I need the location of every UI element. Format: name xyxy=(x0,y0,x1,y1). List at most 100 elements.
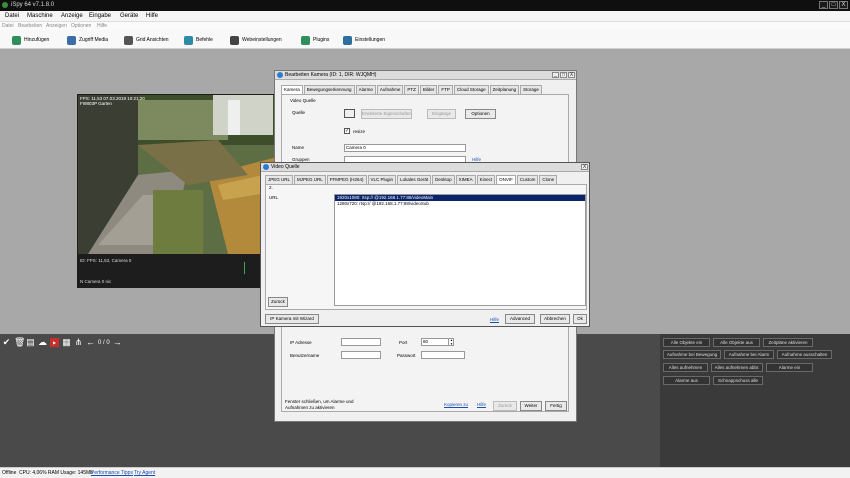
menu-eingabe[interactable]: Eingabe xyxy=(89,13,111,19)
app-menu-anzeigen[interactable]: Anzeigen xyxy=(46,23,67,29)
video-source-tab[interactable]: Desktop xyxy=(432,175,455,184)
app-menu-hilfe[interactable]: Hilfe xyxy=(97,23,107,29)
document-icon[interactable]: ▤ xyxy=(26,338,35,347)
app-icon xyxy=(2,2,8,8)
edit-camera-tab[interactable]: Bewegungserkennung xyxy=(303,85,355,94)
name-label: Name xyxy=(292,145,305,150)
edit-camera-tab[interactable]: FTP xyxy=(438,85,453,94)
edit-camera-tab[interactable]: Alarme xyxy=(355,85,376,94)
help-link-bottom[interactable]: Hilfe xyxy=(477,402,486,407)
youtube-icon[interactable]: ▶ xyxy=(50,338,59,347)
video-source-tab[interactable]: JPEG URL xyxy=(265,175,294,184)
edit-camera-tab[interactable]: Bilder xyxy=(419,85,438,94)
quick-action-button[interactable]: Alle Objekte ein xyxy=(663,338,710,347)
video-source-tab[interactable]: FFMPEG (H264) xyxy=(326,175,367,184)
camera-tile[interactable]: FPS: 11,53 07.03.2019 10:21:20 FI9803P G… xyxy=(77,94,286,288)
quick-action-button[interactable]: Aufnahme bei Bewegung xyxy=(663,350,721,359)
back-button[interactable]: Zurück xyxy=(493,401,517,411)
toolbar-grid-button[interactable]: Grid Ansichten xyxy=(124,34,169,46)
edit-camera-tab[interactable]: PTZ xyxy=(404,85,419,94)
password-input[interactable] xyxy=(421,351,465,359)
arrow-left-icon[interactable]: ← xyxy=(86,338,95,347)
video-source-tab[interactable]: Lokales Gerät xyxy=(397,175,432,184)
cloud-upload-icon[interactable]: ☁ xyxy=(38,338,47,347)
cancel-button[interactable]: Abbrechen xyxy=(540,314,570,324)
close-button[interactable]: X xyxy=(839,1,848,9)
copy-to-link[interactable]: Kopieren zu xyxy=(444,402,468,407)
toolbar-settings-button[interactable]: Einstellungen xyxy=(343,34,385,46)
video-source-tab[interactable]: MJPEG URL xyxy=(294,175,326,184)
check-circle-icon[interactable]: ✔ xyxy=(2,338,11,347)
edit-camera-tab[interactable]: Zeitplanung xyxy=(489,85,520,94)
url-list-item[interactable]: 1280x720: rtsp:// @192.168.1.77:88/video… xyxy=(335,201,585,207)
edit-camera-tab[interactable]: Aufnahme xyxy=(376,85,404,94)
edit-camera-tab[interactable]: Kamera xyxy=(281,85,303,94)
camera-info-text: ID: FPS: 11,53, Camera 0 xyxy=(80,258,132,263)
quick-action-button[interactable]: Alarme ein xyxy=(766,363,813,372)
edit-camera-tab[interactable]: Cloud Storage xyxy=(453,85,489,94)
app-menu-bar: Datei Bearbeiten Anzeigen Optionen Hilfe xyxy=(0,22,850,30)
video-source-tab[interactable]: XIMEA xyxy=(455,175,476,184)
finish-button[interactable]: Fertig xyxy=(545,401,567,411)
video-source-close-button[interactable]: X xyxy=(581,164,588,170)
menu-hilfe[interactable]: Hilfe xyxy=(146,13,158,19)
menu-anzeige[interactable]: Anzeige xyxy=(61,13,83,19)
performance-tips-link[interactable]: Performance Tipps xyxy=(91,470,133,476)
app-menu-datei[interactable]: Datei xyxy=(2,23,14,29)
video-source-tab[interactable]: VLC Plugin xyxy=(367,175,397,184)
quick-action-button[interactable]: Alles aufnehmen abbr. xyxy=(711,363,763,372)
menu-datei[interactable]: Datei xyxy=(5,13,19,19)
video-source-tab[interactable]: Custom xyxy=(516,175,539,184)
url-listbox[interactable]: 1920x1080: rtsp:// @192.168.1.77:88/vide… xyxy=(334,194,586,306)
quick-action-button[interactable]: Alles aufnehmen xyxy=(663,363,708,372)
resize-checkbox[interactable]: ✓ xyxy=(344,128,350,134)
source-help-link[interactable]: Hilfe xyxy=(490,317,499,322)
maximize-button[interactable]: □ xyxy=(829,1,838,9)
ip-address-input[interactable] xyxy=(341,338,381,346)
toolbar-web-settings-button[interactable]: Webeinstellungen xyxy=(230,34,282,46)
port-stepper[interactable]: ▲ ▼ xyxy=(448,338,454,346)
video-source-tab[interactable]: Clone xyxy=(539,175,558,184)
app-menu-optionen[interactable]: Optionen xyxy=(71,23,91,29)
options-button[interactable]: Optionen xyxy=(465,109,496,119)
toolbar-label: Webeinstellungen xyxy=(242,37,282,43)
toolbar-plugins-button[interactable]: Plugins xyxy=(301,34,329,46)
dialog-close-button[interactable]: X xyxy=(568,72,575,78)
advanced-button[interactable]: Advanced xyxy=(505,314,535,324)
camera-name-input[interactable]: Camera 0 xyxy=(344,144,466,152)
quick-action-button[interactable]: Schnappschuss alle xyxy=(713,376,763,385)
media-icon xyxy=(67,35,76,45)
next-button[interactable]: Weiter xyxy=(520,401,542,411)
ok-button[interactable]: Ok xyxy=(573,314,587,324)
toolbar-add-button[interactable]: Hinzufügen xyxy=(12,34,49,46)
try-agent-link[interactable]: Try Agent xyxy=(134,470,155,476)
menu-maschine[interactable]: Maschine xyxy=(27,13,53,19)
video-source-tab[interactable]: ONVIF xyxy=(496,175,516,184)
quick-action-button[interactable]: Alle Objekte aus xyxy=(713,338,760,347)
quick-action-button[interactable]: Aufnahme ausschalten xyxy=(777,350,832,359)
video-source-tab[interactable]: Kinect xyxy=(476,175,496,184)
archive-icon[interactable]: ▦ xyxy=(62,338,71,347)
advanced-properties-button[interactable]: Erweiterte Eigenschaften xyxy=(361,109,412,119)
app-menu-bearbeiten[interactable]: Bearbeiten xyxy=(18,23,42,29)
source-back-button[interactable]: Zurück xyxy=(268,297,288,307)
toolbar-commands-button[interactable]: Befehle xyxy=(184,34,213,46)
source-select-button[interactable] xyxy=(344,109,355,118)
camera-footer-text: N Camera 0 nic xyxy=(80,279,112,284)
toolbar-media-button[interactable]: Zugriff Media xyxy=(67,34,108,46)
quick-action-button[interactable]: Alarme aus xyxy=(663,376,710,385)
minimize-button[interactable]: _ xyxy=(819,1,828,9)
arrow-right-icon[interactable]: → xyxy=(113,338,122,347)
ip-camera-wizard-button[interactable]: IP Kamera mit Wizard xyxy=(265,314,319,324)
web-settings-icon xyxy=(230,35,239,45)
network-icon[interactable]: ⋔ xyxy=(74,338,83,347)
delete-icon[interactable]: 🗑 xyxy=(14,338,25,347)
menu-geräte[interactable]: Geräte xyxy=(120,13,138,19)
quick-action-button[interactable]: Aufnahme bei Alarm xyxy=(724,350,774,359)
edit-camera-tab[interactable]: Storage xyxy=(520,85,542,94)
inputs-button[interactable]: Eingänge xyxy=(427,109,456,119)
dialog-maximize-button[interactable]: □ xyxy=(560,72,567,78)
quick-action-button[interactable]: Zeitpläne aktivieren xyxy=(763,338,813,347)
dialog-minimize-button[interactable]: _ xyxy=(552,72,559,78)
username-input[interactable] xyxy=(341,351,381,359)
